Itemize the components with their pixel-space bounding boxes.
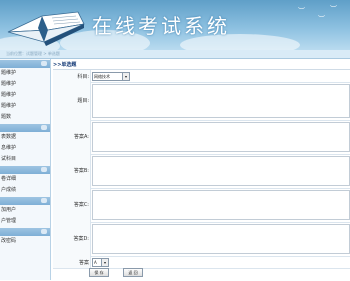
option-a-textarea[interactable] xyxy=(92,122,350,152)
option-c-textarea[interactable] xyxy=(92,190,350,220)
sidebar-group-header[interactable] xyxy=(0,166,50,174)
sidebar-item[interactable]: 表数据 xyxy=(0,132,50,143)
sidebar-item[interactable]: 户管理 xyxy=(0,216,50,227)
chevron-down-icon: ▾ xyxy=(101,259,108,266)
breadcrumb: 当前位置：试题管理 > 单选题 xyxy=(0,50,350,59)
question-textarea[interactable] xyxy=(92,84,350,118)
collapse-arrow-icon[interactable] xyxy=(41,167,47,172)
sidebar-item[interactable]: 题维护 xyxy=(0,68,50,79)
sidebar-item[interactable]: 加用户 xyxy=(0,205,50,216)
collapse-arrow-icon[interactable] xyxy=(41,229,47,234)
option-d-textarea[interactable] xyxy=(92,224,350,254)
sidebar-group-header[interactable] xyxy=(0,60,50,68)
collapse-arrow-icon[interactable] xyxy=(41,61,47,66)
subject-select[interactable]: 网络技术 ▾ xyxy=(92,72,130,81)
question-form: 科目: 网络技术 ▾ 题目: 答案A: 答案B: 答案C: 答案D: 答案 A … xyxy=(53,69,350,281)
option-b-textarea[interactable] xyxy=(92,156,350,186)
option-b-label: 答案B: xyxy=(73,168,89,174)
app-title: 在线考试系统 xyxy=(92,14,230,38)
chevron-down-icon: ▾ xyxy=(122,73,129,80)
page-title: >>单选题 xyxy=(53,62,77,68)
seagull-icon: ︶ xyxy=(298,7,305,15)
sidebar: 题维护 题维护 题维护 题维护 题数 表数据 息维护 试科目 卷详细 户成绩 加… xyxy=(0,59,51,280)
sidebar-item[interactable]: 题数 xyxy=(0,112,50,123)
sidebar-item[interactable]: 试科目 xyxy=(0,154,50,165)
answer-select-value: A xyxy=(94,260,97,265)
seagull-icon: ︶ xyxy=(330,5,337,13)
sidebar-item[interactable]: 户成绩 xyxy=(0,185,50,196)
option-b-row: 答案B: xyxy=(53,154,350,189)
subject-select-value: 网络技术 xyxy=(94,74,110,79)
back-button[interactable]: 返 回 xyxy=(123,268,143,277)
option-c-label: 答案C: xyxy=(73,202,89,208)
book-logo-icon xyxy=(7,11,85,46)
collapse-arrow-icon[interactable] xyxy=(41,198,47,203)
seagull-icon: ︶ xyxy=(318,15,325,23)
sidebar-item[interactable]: 息维护 xyxy=(0,143,50,154)
answer-label: 答案 xyxy=(78,260,89,266)
sidebar-group-header[interactable] xyxy=(0,197,50,205)
question-label: 题目: xyxy=(77,98,89,104)
option-d-row: 答案D: xyxy=(53,222,350,257)
sidebar-item[interactable]: 题维护 xyxy=(0,101,50,112)
sidebar-item[interactable]: 题维护 xyxy=(0,90,50,101)
sidebar-item[interactable]: 卷详细 xyxy=(0,174,50,185)
sidebar-group-header[interactable] xyxy=(0,124,50,132)
option-a-row: 答案A: xyxy=(53,120,350,155)
sidebar-item[interactable]: 改密码 xyxy=(0,236,50,247)
sidebar-group-header[interactable] xyxy=(0,228,50,236)
breadcrumb-text: 当前位置：试题管理 > 单选题 xyxy=(6,51,60,56)
subject-label: 科目: xyxy=(77,74,89,80)
option-d-label: 答案D: xyxy=(73,236,89,242)
main-content: >>单选题 科目: 网络技术 ▾ 题目: 答案A: 答案B: 答案C: 答案D:… xyxy=(52,59,350,280)
answer-select[interactable]: A ▾ xyxy=(92,258,109,267)
option-c-row: 答案C: xyxy=(53,188,350,223)
sidebar-item[interactable]: 题维护 xyxy=(0,79,50,90)
collapse-arrow-icon[interactable] xyxy=(41,125,47,130)
question-row: 题目: xyxy=(53,82,350,121)
option-a-label: 答案A: xyxy=(73,134,89,140)
save-button[interactable]: 保 存 xyxy=(89,268,109,277)
header-banner: 在线考试系统 ︶ ︶ ︶ xyxy=(0,0,350,50)
